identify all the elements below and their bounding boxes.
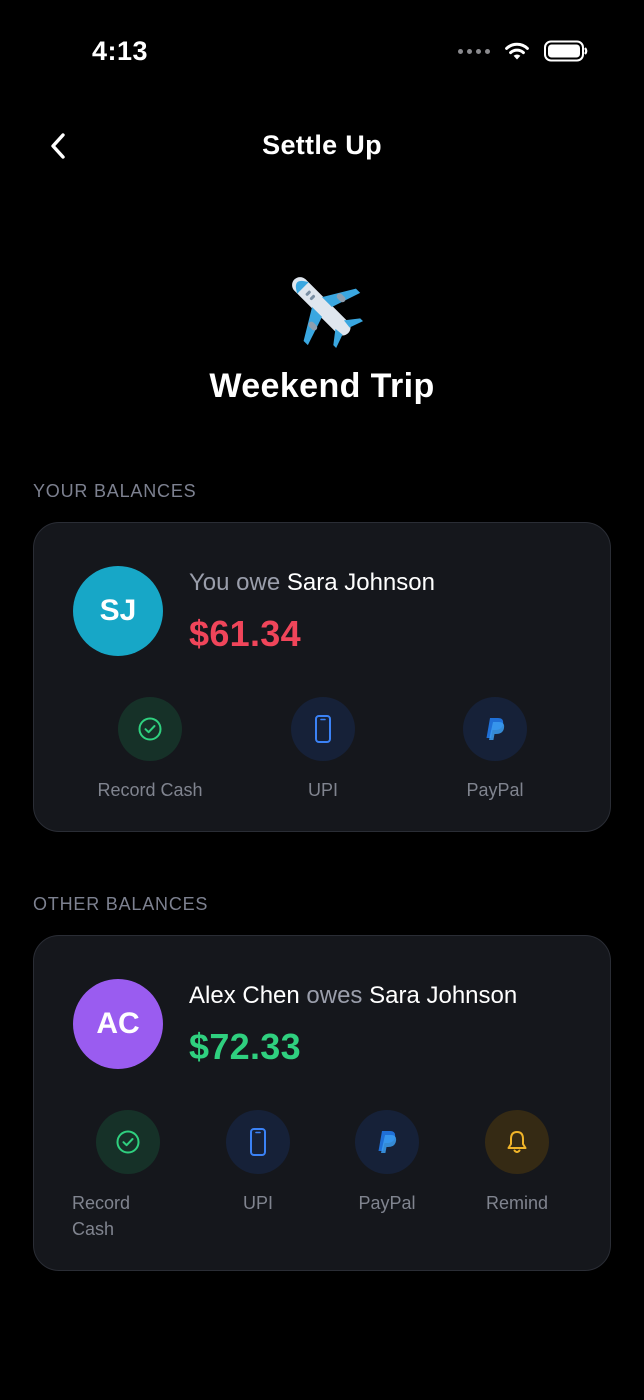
status-time: 4:13 [92,36,149,66]
balance-description: Alex Chen owes Sara Johnson [189,982,517,1010]
upi-button[interactable]: UPI [200,1110,316,1216]
creditor-name: Sara Johnson [369,982,518,1009]
wifi-icon [505,42,529,60]
paypal-label: PayPal [358,1193,416,1213]
owed-amount: $61.34 [189,613,301,654]
your-balance-card: SJ You owe Sara Johnson $61.34 Record Ca… [33,522,611,832]
paypal-button[interactable]: PayPal [437,697,553,803]
nav-bar: Settle Up [0,110,644,182]
paypal-icon [378,1131,397,1153]
other-balance-card: AC Alex Chen owes Sara Johnson $72.33 Re… [33,935,611,1271]
remind-button[interactable]: Remind [459,1110,575,1216]
owe-prefix: You owe [189,569,281,596]
avatar: AC [73,979,163,1069]
page-title: Settle Up [262,130,382,160]
section-label-other-balances: OTHER BALANCES [33,894,209,914]
upi-label: UPI [307,780,338,800]
creditor-name: Sara Johnson [286,569,435,596]
paypal-icon [486,718,505,740]
bell-icon [507,1131,527,1153]
balance-description: You owe Sara Johnson [189,569,435,597]
avatar: SJ [73,566,163,656]
paypal-label: PayPal [466,780,524,800]
upi-button[interactable]: UPI [265,697,381,803]
remind-label: Remind [485,1193,549,1213]
check-circle-icon [138,717,162,741]
debtor-name: Alex Chen [189,982,300,1009]
record-cash-label: Record Cash [72,1190,130,1242]
owed-amount: $72.33 [189,1026,301,1067]
signal-icon [458,48,490,54]
status-bar: 4:13 [0,0,644,100]
airplane-icon [0,262,644,352]
upi-label: UPI [242,1193,273,1213]
record-cash-label-line2: Cash [72,1219,115,1239]
avatar-initials: SJ [99,594,137,627]
record-cash-button[interactable]: Record Cash [70,1110,186,1242]
record-cash-label-line1: Record [72,1193,131,1213]
group-name: Weekend Trip [209,367,435,405]
battery-icon [544,40,588,62]
phone-icon [250,1128,266,1156]
paypal-button[interactable]: PayPal [329,1110,445,1216]
status-icons [458,40,588,62]
avatar-initials: AC [96,1007,140,1040]
record-cash-label: Record Cash [97,780,203,800]
phone-icon [315,715,331,743]
section-label-your-balances: YOUR BALANCES [33,481,197,501]
owes-verb: owes [306,982,363,1009]
check-circle-icon [116,1130,140,1154]
record-cash-button[interactable]: Record Cash [92,697,208,803]
